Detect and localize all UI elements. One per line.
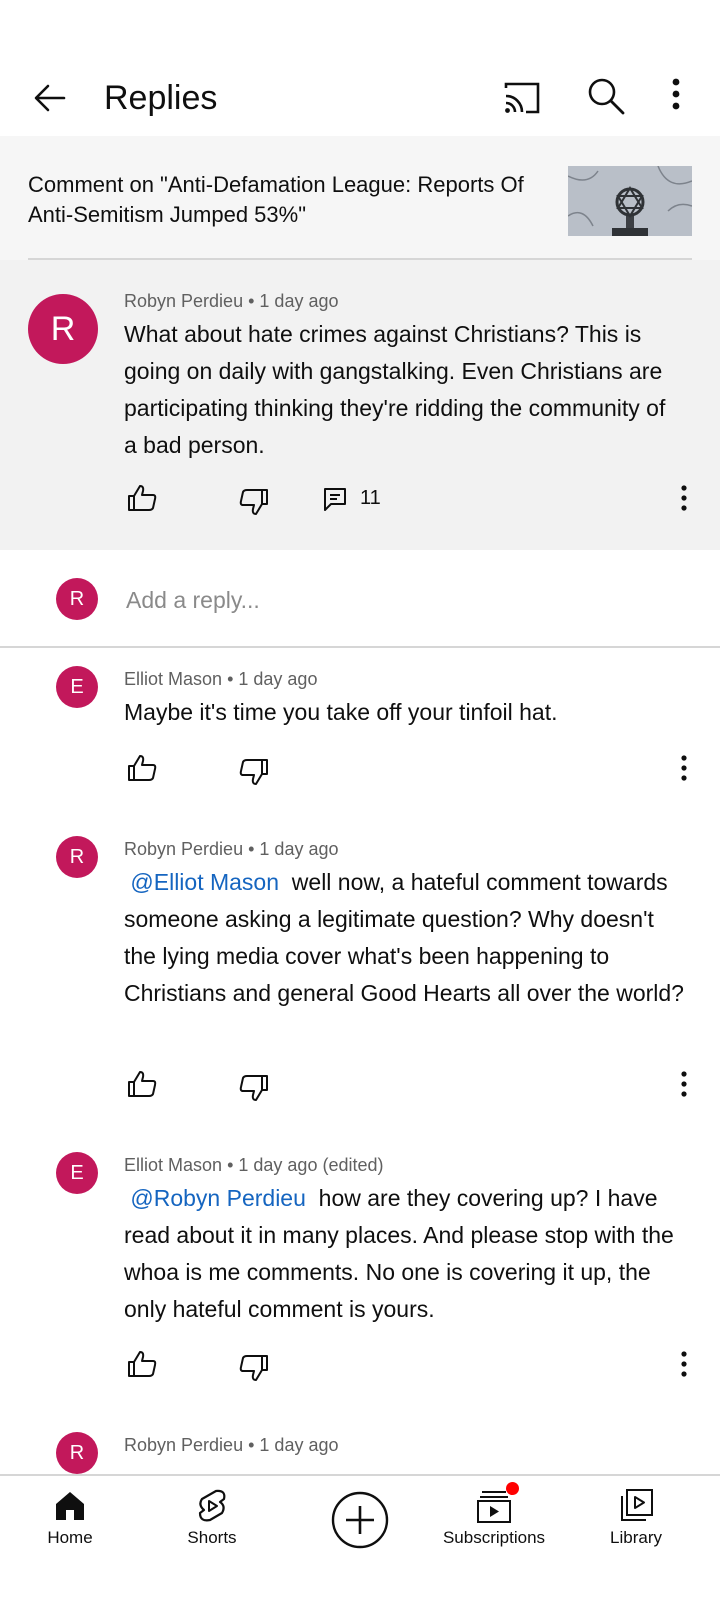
- nav-home[interactable]: Home: [0, 1476, 140, 1596]
- comment-meta: Robyn Perdieu • 1 day ago: [124, 289, 339, 313]
- bottom-navigation: Home Shorts Subscriptions Library: [0, 1474, 720, 1600]
- nav-label: Shorts: [187, 1528, 237, 1547]
- comment-text: @Elliot Mason well now, a hateful commen…: [124, 864, 684, 1012]
- comment-menu-icon[interactable]: [676, 1068, 692, 1100]
- comment-actions: [126, 752, 706, 792]
- video-thumbnail[interactable]: [568, 166, 692, 236]
- reply-icon[interactable]: [322, 486, 348, 512]
- comment-author[interactable]: Robyn Perdieu: [124, 291, 243, 311]
- like-icon[interactable]: [126, 1068, 158, 1100]
- add-reply-input[interactable]: Add a reply...: [126, 586, 260, 614]
- home-icon: [56, 1492, 84, 1520]
- comment-menu-icon[interactable]: [676, 1348, 692, 1380]
- library-icon: [621, 1489, 653, 1521]
- meta-separator: •: [227, 669, 234, 689]
- more-options-icon[interactable]: [662, 74, 690, 118]
- thumbnail-image: [568, 166, 692, 236]
- comment-text: @Robyn Perdieu how are they covering up?…: [124, 1180, 684, 1328]
- nav-library[interactable]: Library: [566, 1476, 706, 1596]
- nav-label: Home: [47, 1528, 93, 1547]
- like-icon[interactable]: [126, 1348, 158, 1380]
- avatar[interactable]: R: [56, 836, 98, 878]
- comment-time: 1 day ago: [259, 291, 339, 311]
- cast-icon[interactable]: [500, 76, 544, 120]
- dislike-icon[interactable]: [238, 1352, 270, 1384]
- comment-author[interactable]: Elliot Mason: [124, 1155, 222, 1175]
- comment-menu-icon[interactable]: [676, 482, 692, 514]
- comment-time: 1 day ago: [259, 839, 339, 859]
- meta-separator: •: [248, 291, 255, 311]
- shorts-icon: [198, 1489, 226, 1522]
- mention-link[interactable]: @Elliot Mason: [130, 869, 279, 895]
- meta-separator: •: [248, 1435, 255, 1455]
- add-reply-row[interactable]: R Add a reply...: [0, 550, 720, 648]
- dislike-icon[interactable]: [238, 1072, 270, 1104]
- comment-actions: 11: [126, 482, 706, 522]
- comment-time: 1 day ago: [238, 669, 318, 689]
- mention-link[interactable]: @Robyn Perdieu: [130, 1185, 306, 1211]
- avatar[interactable]: R: [56, 1432, 98, 1474]
- avatar[interactable]: E: [56, 1152, 98, 1194]
- create-plus-icon[interactable]: [330, 1490, 390, 1550]
- like-icon[interactable]: [126, 752, 158, 784]
- comment-meta: Elliot Mason • 1 day ago (edited): [124, 1153, 384, 1177]
- nav-shorts[interactable]: Shorts: [142, 1476, 282, 1596]
- page-title: Replies: [104, 79, 218, 117]
- nav-subscriptions[interactable]: Subscriptions: [424, 1476, 564, 1596]
- back-arrow-icon[interactable]: [28, 76, 72, 120]
- parent-comment: R Robyn Perdieu • 1 day ago What about h…: [0, 260, 720, 550]
- video-context-title: Comment on "Anti-Defamation League: Repo…: [28, 172, 524, 227]
- comment-author[interactable]: Robyn Perdieu: [124, 1435, 243, 1455]
- comment-author[interactable]: Robyn Perdieu: [124, 839, 243, 859]
- comment-time: 1 day ago: [259, 1435, 339, 1455]
- comment-meta: Elliot Mason • 1 day ago: [124, 667, 317, 691]
- avatar[interactable]: E: [56, 666, 98, 708]
- comment-meta: Robyn Perdieu • 1 day ago: [124, 1433, 339, 1457]
- reply-count[interactable]: 11: [360, 484, 381, 512]
- comment-author[interactable]: Elliot Mason: [124, 669, 222, 689]
- video-context[interactable]: Comment on "Anti-Defamation League: Repo…: [0, 136, 720, 260]
- search-icon[interactable]: [584, 74, 628, 118]
- comment-text: Maybe it's time you take off your tinfoi…: [124, 699, 558, 725]
- dislike-icon[interactable]: [238, 756, 270, 788]
- avatar[interactable]: R: [28, 294, 98, 364]
- like-icon[interactable]: [126, 482, 158, 514]
- comment-actions: [126, 1068, 706, 1108]
- nav-label: Library: [610, 1528, 662, 1547]
- avatar: R: [56, 578, 98, 620]
- comment-menu-icon[interactable]: [676, 752, 692, 784]
- notification-dot: [506, 1482, 519, 1495]
- meta-separator: •: [227, 1155, 234, 1175]
- nav-label: Subscriptions: [442, 1528, 546, 1547]
- comment-text: What about hate crimes against Christian…: [124, 321, 666, 458]
- comment-actions: [126, 1348, 706, 1388]
- comment-meta: Robyn Perdieu • 1 day ago: [124, 837, 339, 861]
- comment-time: 1 day ago (edited): [238, 1155, 384, 1175]
- meta-separator: •: [248, 839, 255, 859]
- dislike-icon[interactable]: [238, 486, 270, 518]
- app-bar: Replies: [0, 60, 720, 136]
